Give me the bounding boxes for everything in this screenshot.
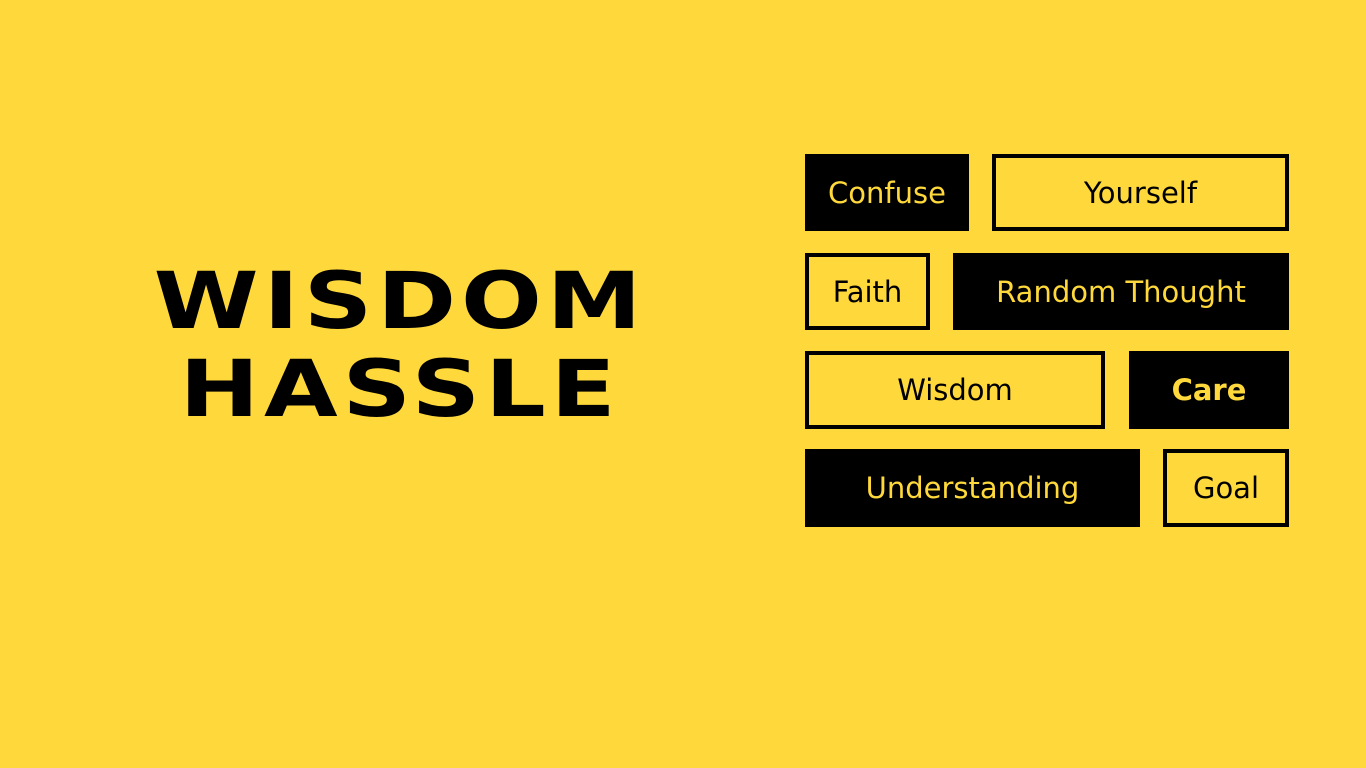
title-line-2: HASSLE — [179, 345, 621, 435]
tag-goal: Goal — [1163, 449, 1289, 527]
title-line-1: WISDOM — [153, 257, 647, 347]
tag-confuse: Confuse — [805, 154, 969, 231]
tag-care: Care — [1129, 351, 1289, 429]
tag-random-thought: Random Thought — [953, 253, 1289, 330]
tag-wisdom: Wisdom — [805, 351, 1105, 429]
tag-yourself: Yourself — [992, 154, 1289, 231]
tag-faith: Faith — [805, 253, 930, 330]
page-title: WISDOM HASSLE — [58, 258, 741, 434]
tag-understanding: Understanding — [805, 449, 1140, 527]
